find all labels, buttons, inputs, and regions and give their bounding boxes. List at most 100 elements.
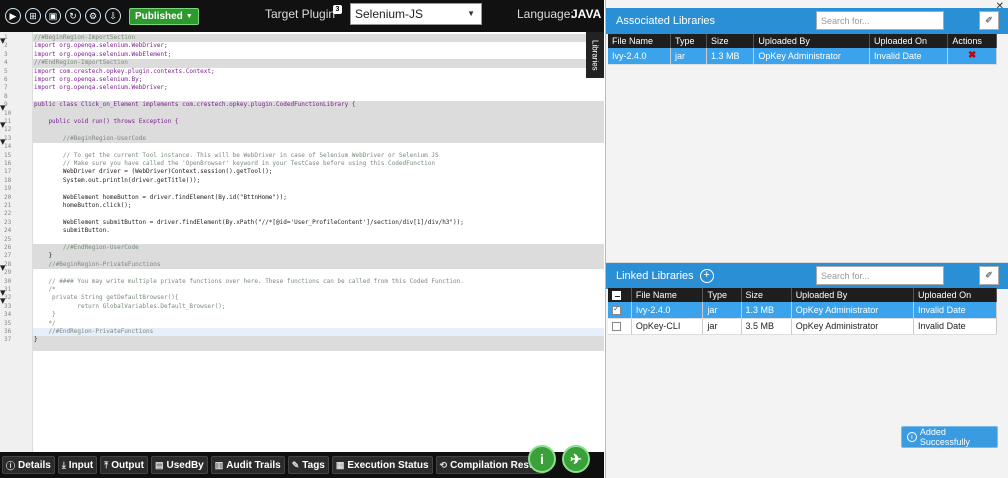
linked-libraries-table: File Name Type Size Uploaded By Uploaded On … — [608, 288, 997, 335]
info-icon: i — [907, 432, 917, 442]
toast-message: Added Successfully — [919, 427, 970, 447]
code-line[interactable] — [33, 93, 604, 101]
code-line[interactable]: } — [33, 336, 604, 345]
table-row[interactable]: Ivy-2.4.0jar1.3 MBOpKey AdministratorInv… — [608, 302, 997, 319]
line-number: 27 — [4, 252, 12, 260]
export-icon[interactable]: ⇩ — [105, 8, 121, 24]
libraries-tab[interactable]: Libraries — [586, 32, 604, 78]
tab-audit-trails[interactable]: ▥ Audit Trails — [210, 456, 285, 474]
line-number: 10 — [4, 109, 12, 117]
code-line[interactable] — [33, 269, 604, 277]
tab-tags[interactable]: ✎ Tags — [287, 456, 329, 474]
cell-by: OpKey Administrator — [753, 48, 870, 65]
line-number: 17 — [4, 168, 12, 176]
code-line[interactable]: // To get the current Tool instance. Thi… — [33, 152, 604, 160]
add-library-icon[interactable]: + — [699, 269, 714, 283]
code-line[interactable]: import org.openqa.selenium.WebElement; — [33, 51, 604, 59]
code-line[interactable] — [33, 185, 604, 193]
column-header[interactable]: Uploaded On — [913, 288, 997, 302]
line-number: 18 — [4, 176, 12, 184]
column-header[interactable]: Size — [706, 34, 755, 48]
debug-icon[interactable]: ⚙ — [85, 8, 101, 24]
cell-file: Ivy-2.4.0 — [631, 302, 704, 319]
code-line[interactable] — [33, 109, 604, 118]
delete-icon[interactable]: ✖ — [968, 50, 976, 61]
info-round-icon[interactable]: i — [528, 445, 556, 473]
column-header[interactable]: File Name — [631, 288, 704, 302]
tab-execution-status[interactable]: ▦ Execution Status — [331, 456, 433, 474]
code-line[interactable]: return GlobalVariables.Default_Browser()… — [33, 303, 604, 311]
associated-search-input[interactable]: Search for... — [816, 11, 944, 30]
associated-libraries-title: Associated Libraries — [616, 15, 716, 27]
tab-details[interactable]: ⓘ Details — [2, 456, 55, 474]
actions-cell: ✖ — [947, 48, 997, 65]
eraser-icon[interactable]: ✐ — [979, 266, 999, 285]
code-line[interactable] — [33, 126, 604, 135]
code-line[interactable]: */ — [33, 320, 604, 328]
line-number: 35 — [4, 319, 12, 327]
tab-output[interactable]: ⤒ Output — [100, 456, 148, 474]
line-number: 12 — [4, 126, 12, 134]
line-number: 29 — [4, 269, 12, 277]
column-header[interactable]: Uploaded By — [791, 288, 915, 302]
linked-search-input[interactable]: Search for... — [816, 266, 944, 285]
row-checkbox[interactable] — [608, 302, 632, 319]
code-line[interactable]: //#EndRegion-PrivateFunctions — [33, 328, 604, 337]
code-line[interactable]: WebElement submitButton = driver.findEle… — [33, 219, 604, 227]
code-line[interactable]: //#EndRegion-ImportSection — [33, 59, 604, 68]
published-dropdown[interactable]: Published ▼ — [129, 7, 199, 25]
tab-label: Output — [111, 459, 144, 471]
code-line[interactable]: import org.openqa.selenium.WebDriver; — [33, 84, 604, 92]
code-line[interactable]: submitButton. — [33, 227, 604, 235]
code-line[interactable]: } — [33, 311, 604, 319]
table-row[interactable]: Ivy-2.4.0jar1.3 MBOpKey AdministratorInv… — [608, 48, 997, 65]
code-editor[interactable]: 1 ▾ 2 3 4 5 6 7 8 9 ▾ 10 11 ▾ 12 13 ▾ 14 15 16 17 18 19 20 21 22 2… — [0, 32, 604, 452]
save-icon[interactable]: ▣ — [45, 8, 61, 24]
code-line[interactable]: //#EndRegion-UserCode — [33, 244, 604, 253]
play-icon[interactable]: ▶ — [5, 8, 21, 24]
eraser-icon[interactable]: ✐ — [979, 11, 999, 30]
code-line[interactable] — [33, 236, 604, 244]
target-plugin-select[interactable]: Selenium-JS ▼ — [350, 3, 482, 25]
code-line[interactable]: private String getDefaultBrowser(){ — [33, 294, 604, 302]
code-line[interactable]: System.out.println(driver.getTitle()); — [33, 177, 604, 185]
code-line[interactable]: } — [33, 252, 604, 261]
code-area[interactable]: //#BeginRegion-ImportSection import org.o… — [33, 32, 604, 452]
code-line[interactable]: import org.openqa.selenium.WebDriver; — [33, 42, 604, 50]
select-all-checkbox[interactable] — [608, 288, 632, 302]
column-header[interactable]: Type — [670, 34, 708, 48]
code-line[interactable]: import org.openqa.selenium.By; — [33, 76, 604, 84]
row-checkbox[interactable] — [608, 318, 632, 335]
table-row[interactable]: OpKey-CLI jar 3.5 MB OpKey Administrator Inv… — [608, 318, 997, 335]
cell-file: OpKey-CLI — [631, 318, 704, 335]
code-line[interactable]: /* — [33, 286, 604, 294]
plane-round-icon[interactable]: ✈ — [562, 445, 590, 473]
column-header[interactable]: Uploaded On — [869, 34, 949, 48]
output-icon: ⤒ — [104, 459, 109, 470]
code-line[interactable] — [33, 210, 604, 218]
code-line[interactable]: //#BeginRegion-ImportSection — [33, 34, 604, 43]
code-line[interactable]: homeButton.click(); — [33, 202, 604, 210]
column-header[interactable]: Type — [702, 288, 742, 302]
code-line[interactable]: import com.crestech.opkey.plugin.context… — [33, 68, 604, 76]
code-line[interactable]: // Make sure you have called the 'OpenBr… — [33, 160, 604, 168]
line-number: 8 — [4, 92, 8, 100]
associated-libraries-header: Associated Libraries — [606, 8, 1008, 34]
tab-usedby[interactable]: ▤ UsedBy — [150, 456, 208, 474]
code-line[interactable]: public class Click_on_Element implements… — [33, 101, 604, 110]
code-line[interactable]: // #### You may write multiple private f… — [33, 278, 604, 286]
column-header[interactable]: Size — [741, 288, 792, 302]
code-line[interactable] — [33, 143, 604, 151]
refresh-icon[interactable]: ↻ — [65, 8, 81, 24]
column-header[interactable]: Actions — [947, 34, 997, 48]
tab-label: Input — [68, 459, 94, 471]
code-line[interactable]: WebDriver driver = (WebDriver)Context.se… — [33, 168, 604, 176]
code-line[interactable]: //#BeginRegion-UserCode — [33, 134, 604, 144]
tab-input[interactable]: ⤓ Input — [57, 456, 98, 474]
code-line[interactable]: WebElement homeButton = driver.findEleme… — [33, 194, 604, 202]
column-header[interactable]: File Name — [608, 34, 672, 48]
code-line[interactable]: public void run() throws Exception { — [33, 118, 604, 127]
add-icon[interactable]: ⊞ — [25, 8, 41, 24]
code-line[interactable]: //#BeginRegion-PrivateFunctions — [33, 260, 604, 270]
column-header[interactable]: Uploaded By — [753, 34, 870, 48]
